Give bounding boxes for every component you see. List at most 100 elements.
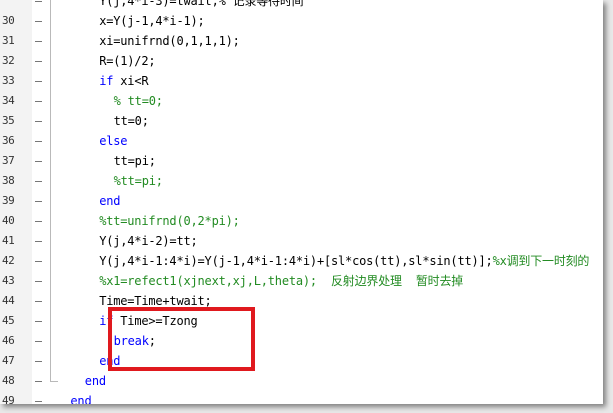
code-line[interactable]: Y(j,4*i-3)=twait;% 记录等待时间 [0, 0, 603, 11]
code-line[interactable]: 44 Time=Time+twait; [0, 291, 603, 311]
code-text: end [70, 391, 91, 404]
line-number: 33 [2, 74, 15, 87]
keyword-token: end [84, 374, 106, 388]
code-text: %x1=refect1(xjnext,xj,L,theta); 反射边界处理 暂… [99, 271, 463, 291]
code-line[interactable]: 40 %tt=unifrnd(0,2*pi); [0, 211, 603, 231]
code-text: tt=pi; [114, 151, 156, 171]
breakpoint-marker[interactable] [35, 381, 42, 382]
code-token: R=(1)/2; [99, 54, 156, 68]
line-number: 49 [2, 394, 15, 404]
line-number: 31 [2, 34, 15, 47]
code-line[interactable]: 33 if xi<R [0, 71, 603, 91]
breakpoint-marker[interactable] [35, 141, 42, 142]
keyword-token: end [99, 194, 121, 208]
code-line[interactable]: 38 %tt=pi; [0, 171, 603, 191]
code-text: x=Y(j-1,4*i-1); [99, 11, 205, 31]
code-token: tt=0; [113, 114, 149, 128]
code-text: %tt=pi; [114, 171, 163, 191]
code-text: if xi<R [99, 71, 148, 91]
breakpoint-marker[interactable] [35, 341, 42, 342]
breakpoint-marker[interactable] [35, 261, 42, 262]
code-line[interactable]: 47 end [0, 351, 603, 371]
comment-token: %x1=refect1(xjnext,xj,L,theta); 反射边界处理 暂… [99, 274, 464, 288]
keyword-token: if [99, 74, 114, 88]
line-number: 34 [2, 94, 15, 107]
line-number: 30 [2, 14, 15, 27]
code-text: tt=0; [114, 111, 149, 131]
code-token: x=Y(j-1,4*i-1); [99, 14, 205, 28]
code-line[interactable]: 45 if Time>=Tzong [0, 311, 603, 331]
code-text: end [85, 371, 106, 391]
code-line[interactable]: 41 Y(j,4*i-2)=tt; [0, 231, 603, 251]
line-number: 38 [2, 174, 15, 187]
comment-token: % tt=0; [113, 94, 163, 108]
code-text: end [99, 191, 120, 211]
line-number: 40 [2, 214, 15, 227]
breakpoint-marker[interactable] [35, 301, 42, 302]
code-line[interactable]: 46 break; [0, 331, 603, 351]
comment-token: %x调到下一时刻的 [492, 254, 590, 268]
code-line[interactable]: 39 end [0, 191, 603, 211]
comment-token: %tt=pi; [113, 174, 163, 188]
breakpoint-marker[interactable] [35, 121, 42, 122]
keyword-token: end [70, 394, 92, 404]
breakpoint-marker[interactable] [35, 241, 42, 242]
code-token: Y(j,4*i-2)=tt; [99, 234, 198, 248]
breakpoint-marker[interactable] [35, 321, 42, 322]
code-text: else [99, 131, 127, 151]
breakpoint-marker[interactable] [35, 221, 42, 222]
line-number: 32 [2, 54, 15, 67]
code-line[interactable]: 30 x=Y(j-1,4*i-1); [0, 11, 603, 31]
code-text: xi=unifrnd(0,1,1,1); [99, 31, 240, 51]
code-line[interactable]: 34 % tt=0; [0, 91, 603, 111]
line-number: 46 [2, 334, 15, 347]
breakpoint-marker[interactable] [35, 401, 42, 402]
comment-token: %tt=unifrnd(0,2*pi); [99, 214, 240, 228]
breakpoint-marker[interactable] [35, 101, 42, 102]
code-line[interactable]: 48 end [0, 371, 603, 391]
line-number: 43 [2, 274, 15, 287]
line-number: 44 [2, 294, 15, 307]
line-number: 47 [2, 354, 15, 367]
code-line[interactable]: 43 %x1=refect1(xjnext,xj,L,theta); 反射边界处理… [0, 271, 603, 291]
line-number: 48 [2, 374, 15, 387]
line-number: 45 [2, 314, 15, 327]
line-number: 35 [2, 114, 15, 127]
code-token: xi=unifrnd(0,1,1,1); [99, 34, 240, 48]
breakpoint-marker[interactable] [35, 361, 42, 362]
line-number: 41 [2, 234, 15, 247]
code-token: tt=pi; [113, 154, 156, 168]
breakpoint-marker[interactable] [35, 161, 42, 162]
code-token: Time=Time+twait; [99, 294, 212, 308]
breakpoint-marker[interactable] [35, 21, 42, 22]
line-number: 37 [2, 154, 15, 167]
breakpoint-marker[interactable] [35, 281, 42, 282]
keyword-token: else [99, 134, 128, 148]
code-fold-end [50, 381, 58, 382]
code-line[interactable]: 37 tt=pi; [0, 151, 603, 171]
line-number: 39 [2, 194, 15, 207]
breakpoint-marker[interactable] [35, 61, 42, 62]
code-token: xi<R [113, 74, 149, 88]
code-text: % tt=0; [114, 91, 163, 111]
line-number: 42 [2, 254, 15, 267]
breakpoint-marker[interactable] [35, 181, 42, 182]
code-text: R=(1)/2; [99, 51, 155, 71]
breakpoint-marker[interactable] [35, 1, 42, 2]
code-line[interactable]: 35 tt=0; [0, 111, 603, 131]
code-text: Y(j,4*i-3)=twait;% 记录等待时间 [99, 0, 303, 11]
code-line[interactable]: 32 R=(1)/2; [0, 51, 603, 71]
code-line[interactable]: 36 else [0, 131, 603, 151]
code-token: Y(j,4*i-3)=twait;% 记录等待时间 [99, 0, 304, 8]
code-line[interactable]: 31 xi=unifrnd(0,1,1,1); [0, 31, 603, 51]
code-line[interactable]: 49 end [0, 391, 603, 404]
code-line[interactable]: 42 Y(j,4*i-1:4*i)=Y(j-1,4*i-1:4*i)+[sl*co… [0, 251, 603, 271]
breakpoint-marker[interactable] [35, 41, 42, 42]
highlight-box [108, 307, 255, 371]
code-editor[interactable]: Y(j,4*i-3)=twait;% 记录等待时间 30 x=Y(j-1,4*i-1… [0, 0, 603, 404]
code-text: %tt=unifrnd(0,2*pi); [99, 211, 240, 231]
breakpoint-marker[interactable] [35, 201, 42, 202]
breakpoint-marker[interactable] [35, 81, 42, 82]
code-token: Y(j,4*i-1:4*i)=Y(j-1,4*i-1:4*i)+[sl*cos(… [99, 254, 493, 268]
code-text: Y(j,4*i-1:4*i)=Y(j-1,4*i-1:4*i)+[sl*cos(… [99, 251, 589, 271]
